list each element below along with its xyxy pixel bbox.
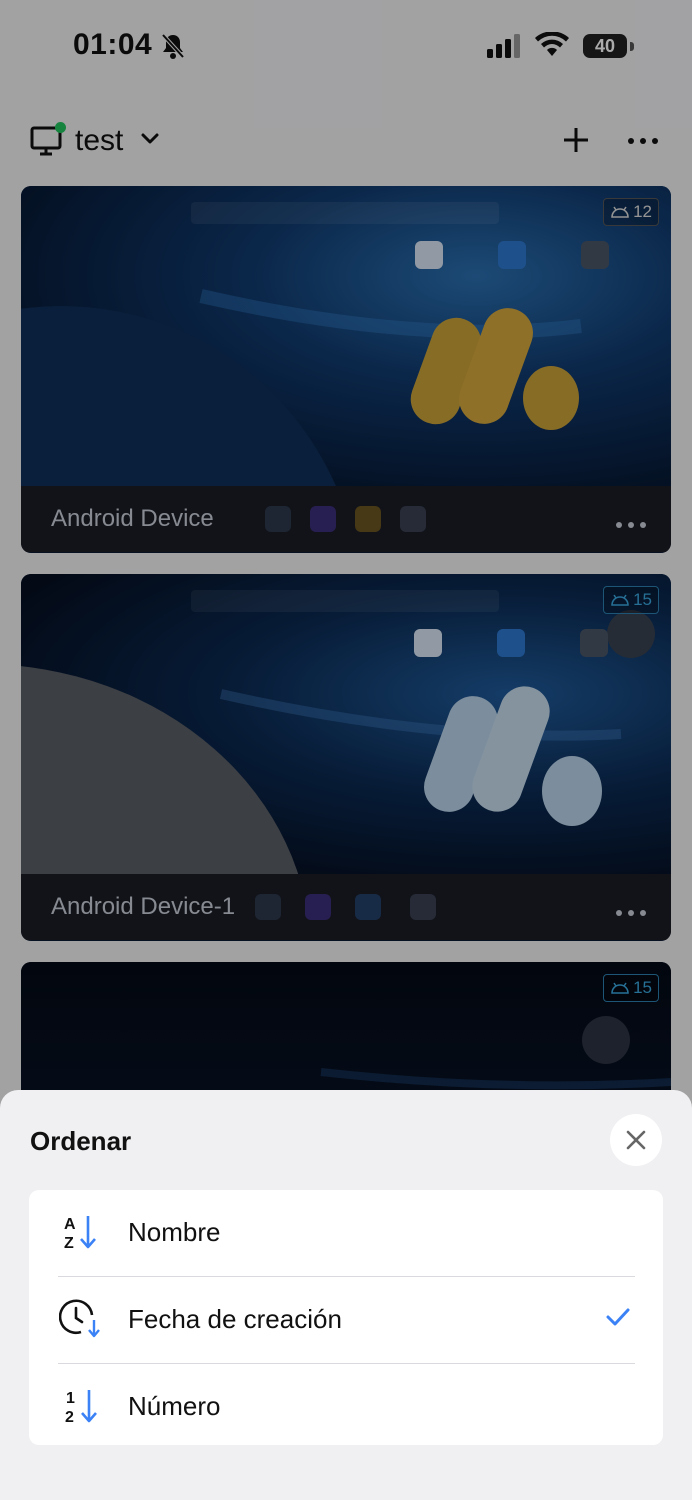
sort-option-creation-date[interactable]: Fecha de creación [29,1277,663,1363]
sort-option-label: Fecha de creación [128,1304,342,1334]
sort-bottom-sheet: Ordenar A Z Nombre Fecha de creación 1 2… [0,1090,692,1500]
svg-text:Z: Z [64,1235,74,1252]
sort-option-name[interactable]: A Z Nombre [29,1190,663,1276]
sheet-title: Ordenar [30,1126,132,1156]
close-button[interactable] [610,1114,662,1166]
sort-az-icon: A Z [59,1212,103,1257]
sort-options-list: A Z Nombre Fecha de creación 1 2 Número [29,1190,663,1445]
svg-text:2: 2 [65,1409,74,1426]
svg-text:1: 1 [66,1390,75,1407]
sort-option-label: Número [128,1391,221,1421]
close-icon [626,1130,646,1150]
checkmark-icon [605,1307,631,1332]
clock-sort-icon [58,1299,103,1346]
sort-option-number[interactable]: 1 2 Número [29,1364,663,1450]
sort-option-label: Nombre [128,1217,221,1247]
svg-text:A: A [64,1216,76,1233]
sort-12-icon: 1 2 [59,1386,103,1431]
